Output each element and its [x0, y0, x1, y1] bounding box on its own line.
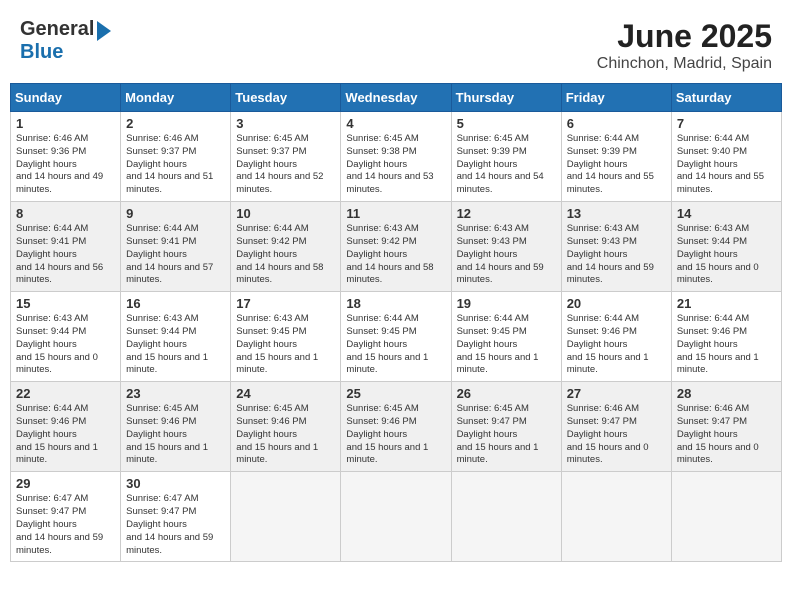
title-area: June 2025 Chinchon, Madrid, Spain [597, 18, 772, 73]
calendar-week-row: 22 Sunrise: 6:44 AMSunset: 9:46 PMDaylig… [11, 382, 782, 472]
col-friday: Friday [561, 84, 671, 112]
table-row: 8 Sunrise: 6:44 AMSunset: 9:41 PMDayligh… [11, 202, 121, 292]
col-saturday: Saturday [671, 84, 781, 112]
table-row: 29 Sunrise: 6:47 AMSunset: 9:47 PMDaylig… [11, 472, 121, 562]
calendar-header-row: Sunday Monday Tuesday Wednesday Thursday… [11, 84, 782, 112]
table-row: 7 Sunrise: 6:44 AMSunset: 9:40 PMDayligh… [671, 112, 781, 202]
table-row: 1 Sunrise: 6:46 AMSunset: 9:36 PMDayligh… [11, 112, 121, 202]
logo-blue-text: Blue [20, 41, 63, 63]
table-row: 28 Sunrise: 6:46 AMSunset: 9:47 PMDaylig… [671, 382, 781, 472]
table-row: 9 Sunrise: 6:44 AMSunset: 9:41 PMDayligh… [121, 202, 231, 292]
table-row: 14 Sunrise: 6:43 AMSunset: 9:44 PMDaylig… [671, 202, 781, 292]
table-row: 2 Sunrise: 6:46 AMSunset: 9:37 PMDayligh… [121, 112, 231, 202]
table-row: 22 Sunrise: 6:44 AMSunset: 9:46 PMDaylig… [11, 382, 121, 472]
table-row: 3 Sunrise: 6:45 AMSunset: 9:37 PMDayligh… [231, 112, 341, 202]
col-wednesday: Wednesday [341, 84, 451, 112]
table-row: 15 Sunrise: 6:43 AMSunset: 9:44 PMDaylig… [11, 292, 121, 382]
table-row: 13 Sunrise: 6:43 AMSunset: 9:43 PMDaylig… [561, 202, 671, 292]
table-row: 6 Sunrise: 6:44 AMSunset: 9:39 PMDayligh… [561, 112, 671, 202]
calendar-week-row: 8 Sunrise: 6:44 AMSunset: 9:41 PMDayligh… [11, 202, 782, 292]
table-row: 5 Sunrise: 6:45 AMSunset: 9:39 PMDayligh… [451, 112, 561, 202]
table-row: 26 Sunrise: 6:45 AMSunset: 9:47 PMDaylig… [451, 382, 561, 472]
table-row: 12 Sunrise: 6:43 AMSunset: 9:43 PMDaylig… [451, 202, 561, 292]
table-row: 11 Sunrise: 6:43 AMSunset: 9:42 PMDaylig… [341, 202, 451, 292]
table-row: 24 Sunrise: 6:45 AMSunset: 9:46 PMDaylig… [231, 382, 341, 472]
table-row: 4 Sunrise: 6:45 AMSunset: 9:38 PMDayligh… [341, 112, 451, 202]
page-header: General Blue June 2025 Chinchon, Madrid,… [10, 10, 782, 77]
logo: General Blue [20, 18, 111, 64]
table-row: 27 Sunrise: 6:46 AMSunset: 9:47 PMDaylig… [561, 382, 671, 472]
table-row: 10 Sunrise: 6:44 AMSunset: 9:42 PMDaylig… [231, 202, 341, 292]
table-row: 18 Sunrise: 6:44 AMSunset: 9:45 PMDaylig… [341, 292, 451, 382]
table-row: 23 Sunrise: 6:45 AMSunset: 9:46 PMDaylig… [121, 382, 231, 472]
table-row [451, 472, 561, 562]
table-row [561, 472, 671, 562]
logo-general: General [20, 18, 94, 40]
location-title: Chinchon, Madrid, Spain [597, 55, 772, 73]
table-row [341, 472, 451, 562]
col-thursday: Thursday [451, 84, 561, 112]
table-row: 30 Sunrise: 6:47 AMSunset: 9:47 PMDaylig… [121, 472, 231, 562]
calendar-week-row: 1 Sunrise: 6:46 AMSunset: 9:36 PMDayligh… [11, 112, 782, 202]
table-row [671, 472, 781, 562]
table-row: 20 Sunrise: 6:44 AMSunset: 9:46 PMDaylig… [561, 292, 671, 382]
table-row: 21 Sunrise: 6:44 AMSunset: 9:46 PMDaylig… [671, 292, 781, 382]
table-row [231, 472, 341, 562]
table-row: 16 Sunrise: 6:43 AMSunset: 9:44 PMDaylig… [121, 292, 231, 382]
col-tuesday: Tuesday [231, 84, 341, 112]
calendar-week-row: 15 Sunrise: 6:43 AMSunset: 9:44 PMDaylig… [11, 292, 782, 382]
logo-arrow [97, 21, 111, 41]
calendar-week-row: 29 Sunrise: 6:47 AMSunset: 9:47 PMDaylig… [11, 472, 782, 562]
month-title: June 2025 [597, 18, 772, 55]
calendar-table: Sunday Monday Tuesday Wednesday Thursday… [10, 83, 782, 562]
col-monday: Monday [121, 84, 231, 112]
table-row: 19 Sunrise: 6:44 AMSunset: 9:45 PMDaylig… [451, 292, 561, 382]
table-row: 17 Sunrise: 6:43 AMSunset: 9:45 PMDaylig… [231, 292, 341, 382]
table-row: 25 Sunrise: 6:45 AMSunset: 9:46 PMDaylig… [341, 382, 451, 472]
col-sunday: Sunday [11, 84, 121, 112]
